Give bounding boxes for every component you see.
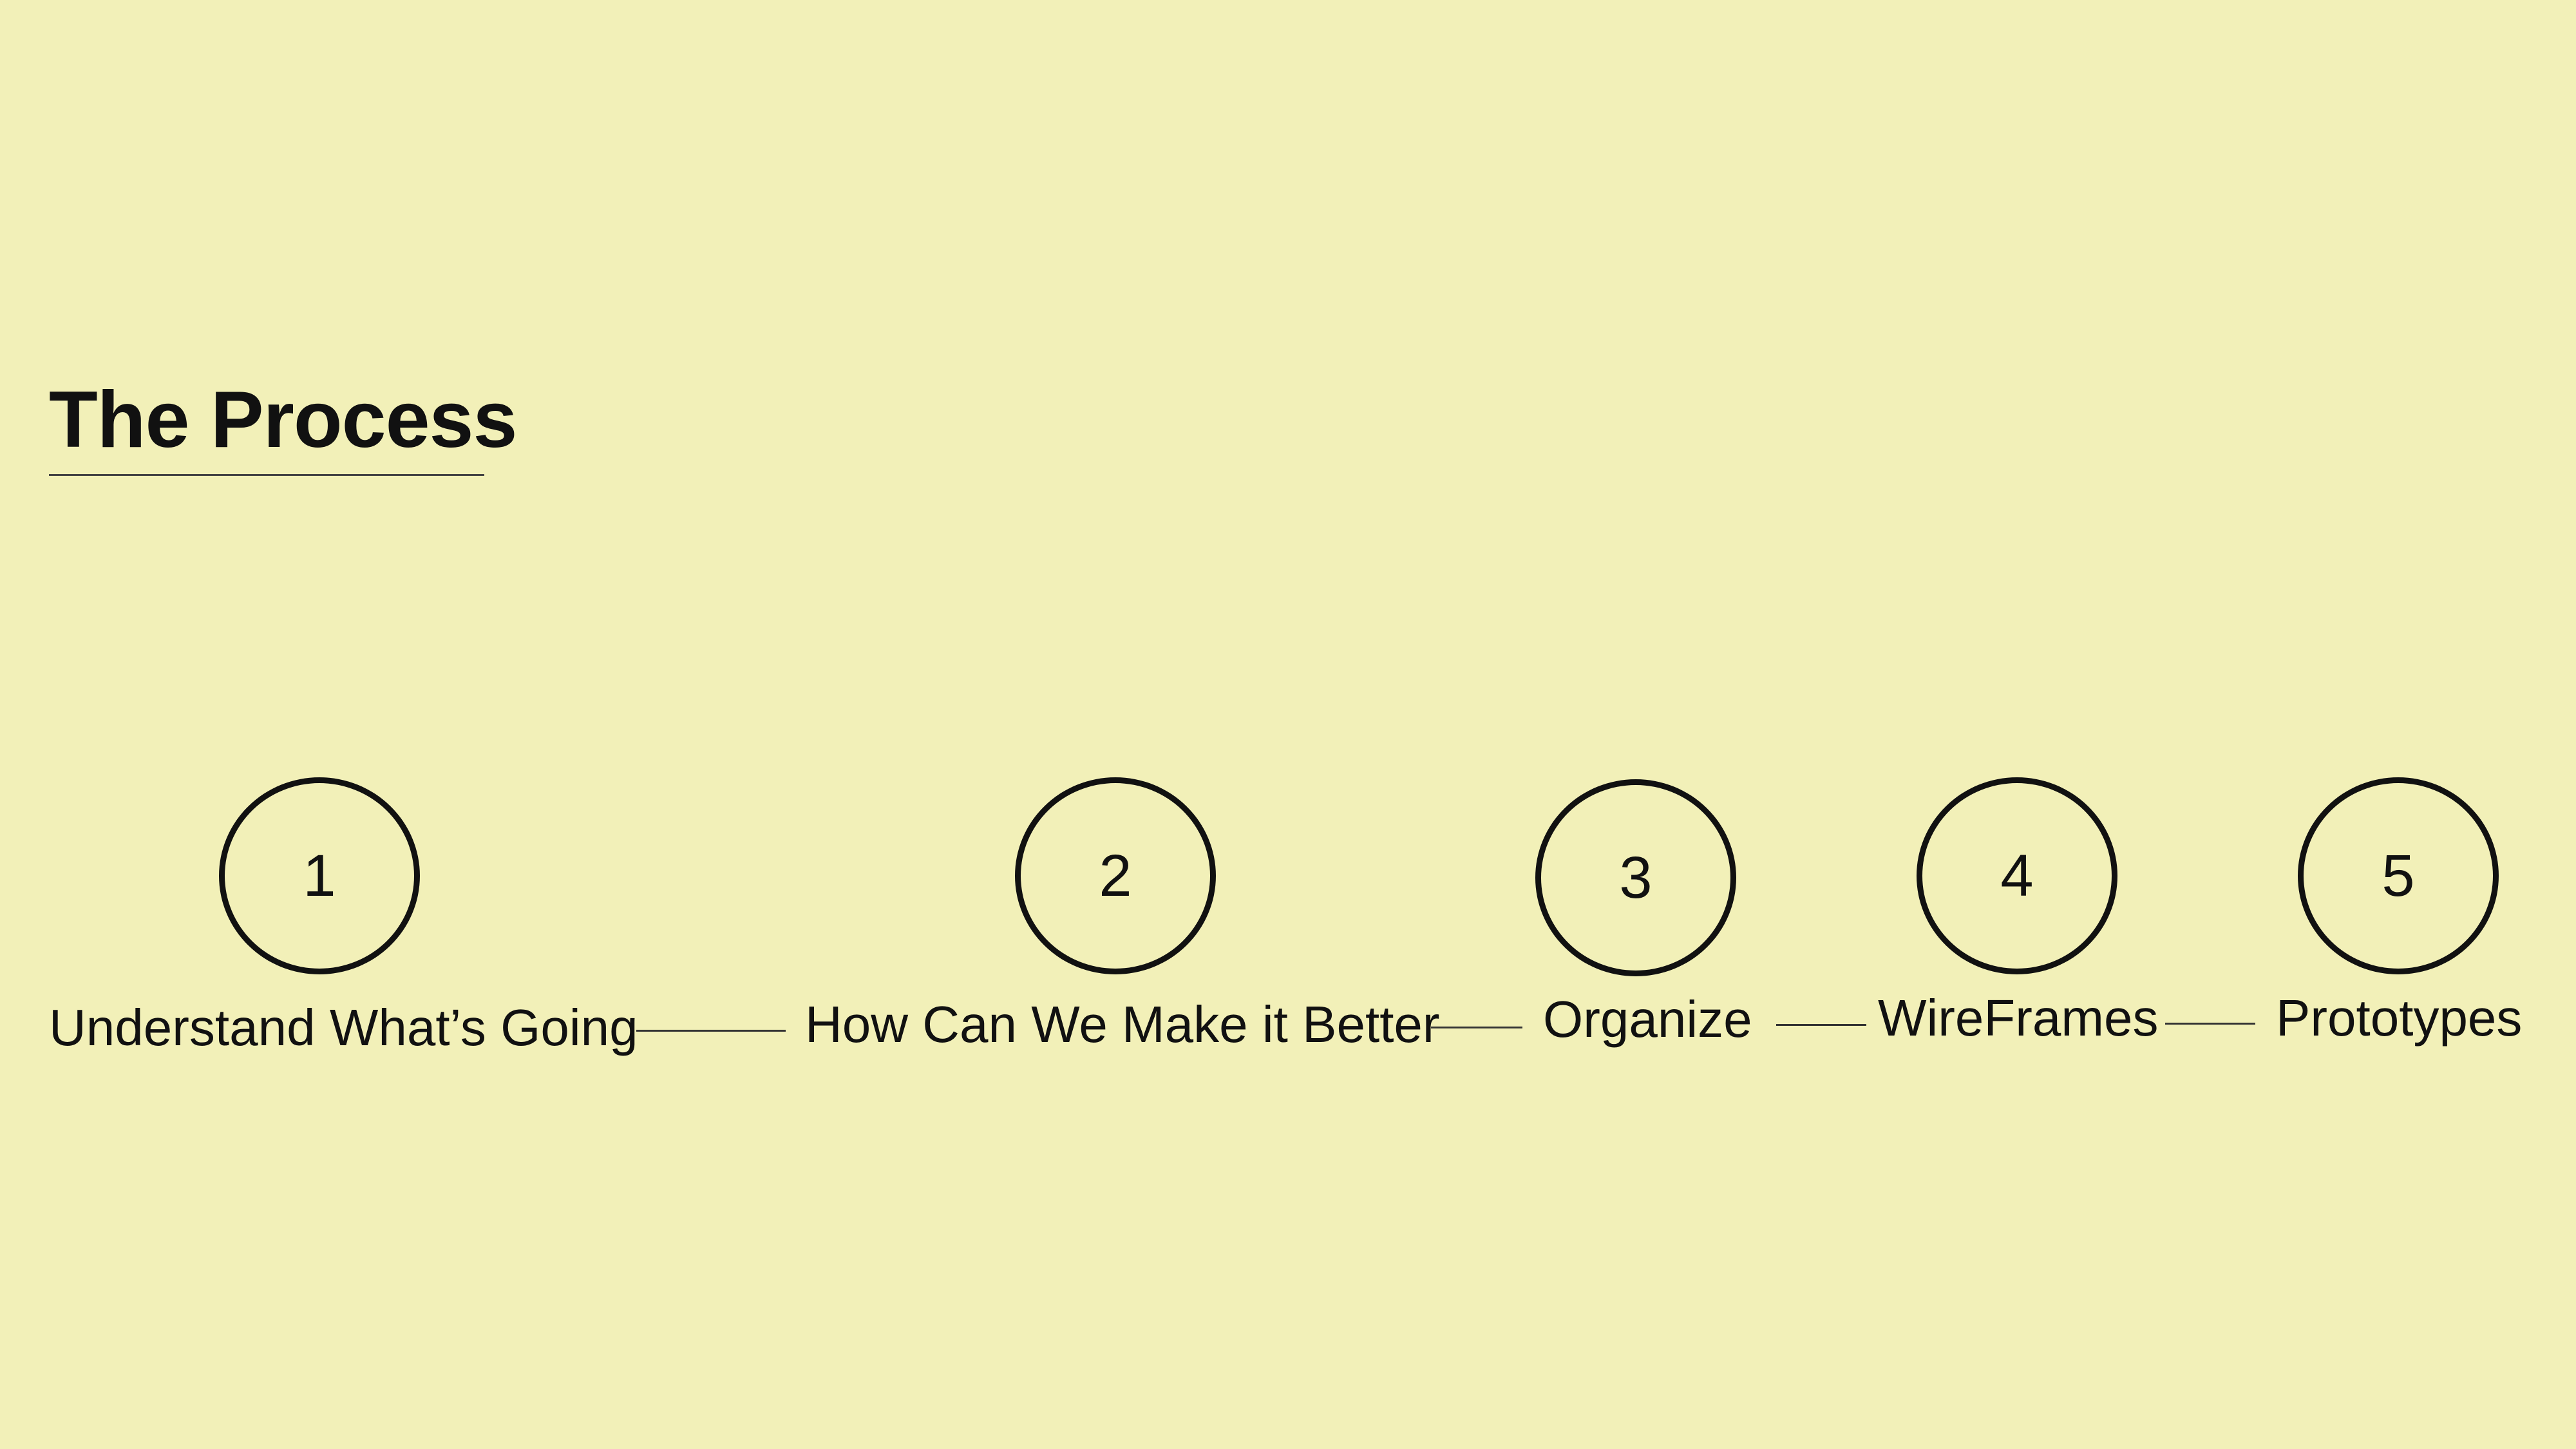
step-1-circle: 1 bbox=[219, 777, 420, 974]
step-2-label: How Can We Make it Better bbox=[805, 996, 1440, 1053]
connector-1-2 bbox=[636, 1030, 786, 1032]
step-4-label: WireFrames bbox=[1878, 989, 2159, 1046]
page-title: The Process bbox=[49, 375, 517, 464]
step-5-number: 5 bbox=[2382, 843, 2415, 909]
step-3-number: 3 bbox=[1619, 845, 1653, 911]
step-2-number: 2 bbox=[1099, 843, 1132, 909]
step-5-label: Prototypes bbox=[2276, 989, 2523, 1046]
step-1-number: 1 bbox=[303, 843, 336, 909]
step-1-label: Understand What’s Going bbox=[49, 999, 638, 1056]
title-underline bbox=[49, 474, 484, 476]
step-2-circle: 2 bbox=[1015, 777, 1216, 974]
step-5-circle: 5 bbox=[2298, 777, 2499, 974]
connector-4-5 bbox=[2165, 1023, 2255, 1025]
step-4-number: 4 bbox=[2000, 843, 2034, 909]
step-4-circle: 4 bbox=[1917, 777, 2117, 974]
connector-3-4 bbox=[1776, 1024, 1866, 1026]
step-3-label: Organize bbox=[1543, 990, 1752, 1048]
step-3-circle: 3 bbox=[1535, 779, 1736, 976]
connector-2-3 bbox=[1431, 1027, 1522, 1028]
